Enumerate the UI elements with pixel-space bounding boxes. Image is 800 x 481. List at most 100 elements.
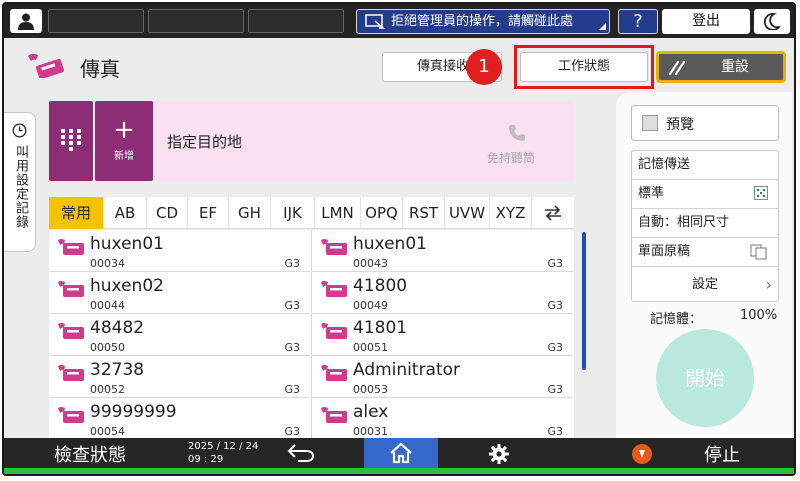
entry-name: alex	[353, 402, 389, 422]
entry-number: 00043	[353, 257, 388, 270]
keypad-button[interactable]	[49, 101, 93, 181]
entry-protocol: G3	[547, 383, 563, 396]
reset-icon	[668, 60, 686, 76]
user-button[interactable]	[10, 9, 42, 33]
resolution-row[interactable]: 標準	[632, 180, 778, 209]
stop-icon[interactable]	[632, 444, 652, 464]
fax-destination-icon	[58, 281, 84, 297]
list-item[interactable]: 41800 00049 G3	[312, 272, 573, 314]
tab-rst[interactable]: RST	[403, 197, 445, 229]
night-mode-button[interactable]	[754, 9, 790, 34]
tab-gh[interactable]: GH	[229, 197, 271, 229]
status-slot-2	[148, 9, 244, 33]
moon-icon	[764, 13, 780, 30]
preview-toggle[interactable]: 預覽	[631, 105, 779, 141]
fax-destination-icon	[321, 323, 347, 339]
datetime: 2025 / 12 / 24 09 : 29	[188, 440, 258, 466]
check-status-button[interactable]: 檢查狀態	[54, 441, 126, 467]
entry-protocol: G3	[547, 299, 563, 312]
column-divider	[311, 230, 312, 438]
page-title: 傳真	[80, 57, 120, 81]
list-item[interactable]: 32738 00052 G3	[49, 356, 310, 398]
gear-icon[interactable]	[488, 443, 510, 465]
tab-uvw[interactable]: UVW	[445, 197, 490, 229]
tab-xyz[interactable]: XYZ	[490, 197, 532, 229]
memory-transmission-row[interactable]: 記憶傳送	[632, 151, 778, 180]
list-item[interactable]: huxen02 00044 G3	[49, 272, 310, 314]
back-icon[interactable]	[286, 443, 316, 463]
fax-destination-icon	[321, 281, 347, 297]
memory-label: 記憶體：	[650, 312, 703, 327]
fax-destination-icon	[321, 407, 347, 423]
clock-icon	[12, 123, 27, 138]
reset-label: 重設	[721, 59, 749, 75]
tab-ef[interactable]: EF	[188, 197, 229, 229]
entry-name: 99999999	[90, 402, 177, 422]
tab-opq[interactable]: OPQ	[361, 197, 403, 229]
status-slot-1	[48, 9, 144, 33]
entry-name: 32738	[90, 360, 145, 380]
entry-number: 00053	[353, 383, 388, 396]
list-item[interactable]: Adminitrator 00053 G3	[312, 356, 573, 398]
entry-name: huxen02	[90, 276, 164, 296]
reset-button[interactable]: 重設	[656, 51, 786, 83]
scan-size-row[interactable]: 自動：相同尺寸	[632, 209, 778, 238]
handsfree-label: 免持聽筒	[487, 151, 536, 165]
list-item[interactable]: huxen01 00043 G3	[312, 230, 573, 272]
stop-button[interactable]: 停止	[704, 441, 740, 467]
keypad-icon	[61, 129, 81, 151]
list-item[interactable]: 99999999 00054 G3	[49, 398, 310, 438]
resolution-label: 標準	[638, 186, 665, 201]
logout-button[interactable]: 登出	[662, 9, 750, 34]
memory-value: 100%	[740, 308, 778, 323]
status-indicator-bar	[4, 468, 794, 474]
entry-number: 00054	[90, 425, 125, 438]
fax-destination-icon	[58, 407, 84, 423]
entry-protocol: G3	[284, 425, 300, 438]
home-button[interactable]	[364, 438, 438, 468]
add-destination-button[interactable]: + 新增	[95, 101, 153, 181]
settings-label: 設定	[691, 277, 718, 292]
settings-panel: 記憶傳送 標準 自動：相同尺寸 單面原稿 設定 ›	[631, 150, 779, 302]
entry-protocol: G3	[547, 257, 563, 270]
start-button[interactable]: 開始	[656, 329, 754, 427]
tab-switch-button[interactable]	[532, 197, 574, 229]
entry-protocol: G3	[284, 383, 300, 396]
entry-protocol: G3	[547, 425, 563, 438]
list-item[interactable]: 41801 00051 G3	[312, 314, 573, 356]
entry-protocol: G3	[284, 257, 300, 270]
entry-protocol: G3	[284, 299, 300, 312]
recall-history-tab[interactable]: 叫用設定記錄	[4, 112, 36, 252]
destination-field[interactable]: 指定目的地 免持聽筒	[155, 101, 574, 181]
help-button[interactable]: ?	[618, 9, 658, 34]
fax-app-icon	[28, 53, 65, 78]
tab-frequent[interactable]: 常用	[49, 197, 104, 229]
fax-destination-icon	[58, 323, 84, 339]
tab-cd[interactable]: CD	[147, 197, 188, 229]
list-scrollbar[interactable]	[582, 232, 586, 370]
entry-name: 41800	[353, 276, 408, 296]
list-item[interactable]: 48482 00050 G3	[49, 314, 310, 356]
admin-notice-button[interactable]: 拒絕管理員的操作，請觸碰此處	[356, 9, 610, 34]
list-item[interactable]: alex 00031 G3	[312, 398, 573, 438]
header: 傳真 傳真接收 1 工作狀態 重設	[4, 38, 794, 98]
original-type-row[interactable]: 單面原稿	[632, 238, 778, 267]
screen-icon	[365, 14, 385, 29]
address-tabs: 常用 AB CD EF GH IJK LMN OPQ RST UVW XYZ	[49, 197, 574, 229]
handset-icon[interactable]	[507, 123, 527, 143]
highlight-box	[514, 45, 654, 89]
settings-button[interactable]: 設定 ›	[632, 271, 778, 300]
entry-name: Adminitrator	[353, 360, 461, 380]
tab-ab[interactable]: AB	[104, 197, 147, 229]
entry-name: 48482	[90, 318, 145, 338]
entry-number: 00044	[90, 299, 125, 312]
one-sided-original-icon	[750, 244, 767, 260]
entry-number: 00050	[90, 341, 125, 354]
fax-destination-icon	[58, 239, 84, 255]
tab-lmn[interactable]: LMN	[315, 197, 361, 229]
list-item[interactable]: huxen01 00034 G3	[49, 230, 310, 272]
preview-label: 預覽	[666, 117, 694, 133]
tab-ijk[interactable]: IJK	[271, 197, 315, 229]
entry-number: 00031	[353, 425, 388, 438]
preview-checkbox[interactable]	[642, 115, 658, 131]
